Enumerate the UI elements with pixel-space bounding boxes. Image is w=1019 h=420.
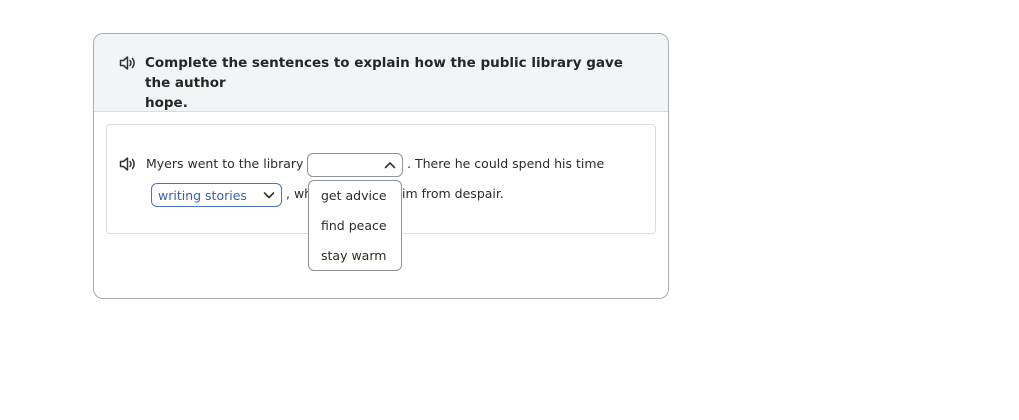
chevron-down-icon — [263, 192, 275, 199]
menu-option-get-advice[interactable]: get advice — [321, 188, 387, 204]
question-prompt: Complete the sentences to explain how th… — [145, 53, 645, 113]
prompt-line-1: Complete the sentences to explain how th… — [145, 55, 623, 91]
question-card: Complete the sentences to explain how th… — [93, 33, 669, 299]
prompt-line-2: hope. — [145, 95, 188, 111]
sentence-part-2: . There he could spend his time — [407, 156, 605, 171]
blank-dropdown-1[interactable] — [307, 153, 403, 177]
dropdown-2-value: writing stories — [158, 188, 247, 203]
sentence-part-3-end: im from despair. — [402, 186, 504, 201]
menu-option-stay-warm[interactable]: stay warm — [321, 248, 386, 264]
blank-dropdown-2[interactable]: writing stories — [151, 183, 282, 207]
dropdown-menu: get advice find peace stay warm — [308, 180, 402, 271]
sentence-part-1: Myers went to the library to — [146, 156, 320, 171]
speaker-icon[interactable] — [119, 156, 137, 172]
menu-option-find-peace[interactable]: find peace — [321, 218, 387, 234]
question-header: Complete the sentences to explain how th… — [94, 34, 668, 112]
chevron-up-icon — [384, 162, 396, 169]
speaker-icon[interactable] — [119, 55, 137, 71]
